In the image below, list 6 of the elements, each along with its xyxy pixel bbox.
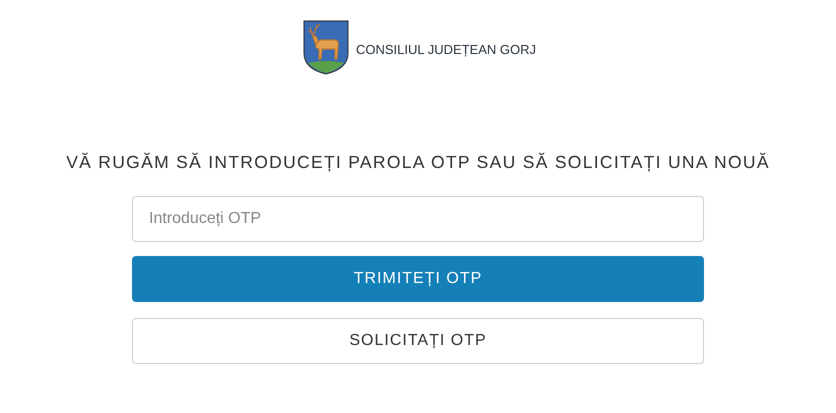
page-heading: VĂ RUGĂM SĂ INTRODUCEȚI PAROLA OTP SAU SĂ SOLICITAȚI UNA NOUĂ — [66, 152, 770, 173]
request-otp-button[interactable]: SOLICITAȚI OTP — [132, 318, 704, 364]
organization-name: CONSILIUL JUDEȚEAN GORJ — [356, 42, 536, 56]
otp-input-field[interactable]: Introduceți OTP — [132, 196, 704, 242]
coat-of-arms-icon — [302, 19, 350, 75]
submit-otp-button[interactable]: TRIMITEȚI OTP — [132, 256, 704, 302]
